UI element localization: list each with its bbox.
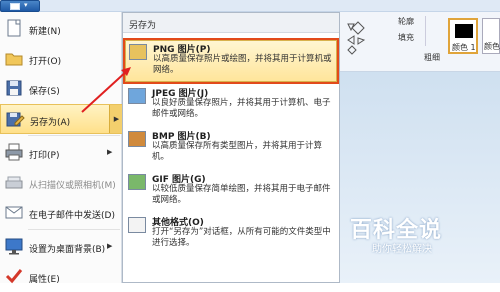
watermark-subtitle: 助你轻松解决 [372,244,432,255]
